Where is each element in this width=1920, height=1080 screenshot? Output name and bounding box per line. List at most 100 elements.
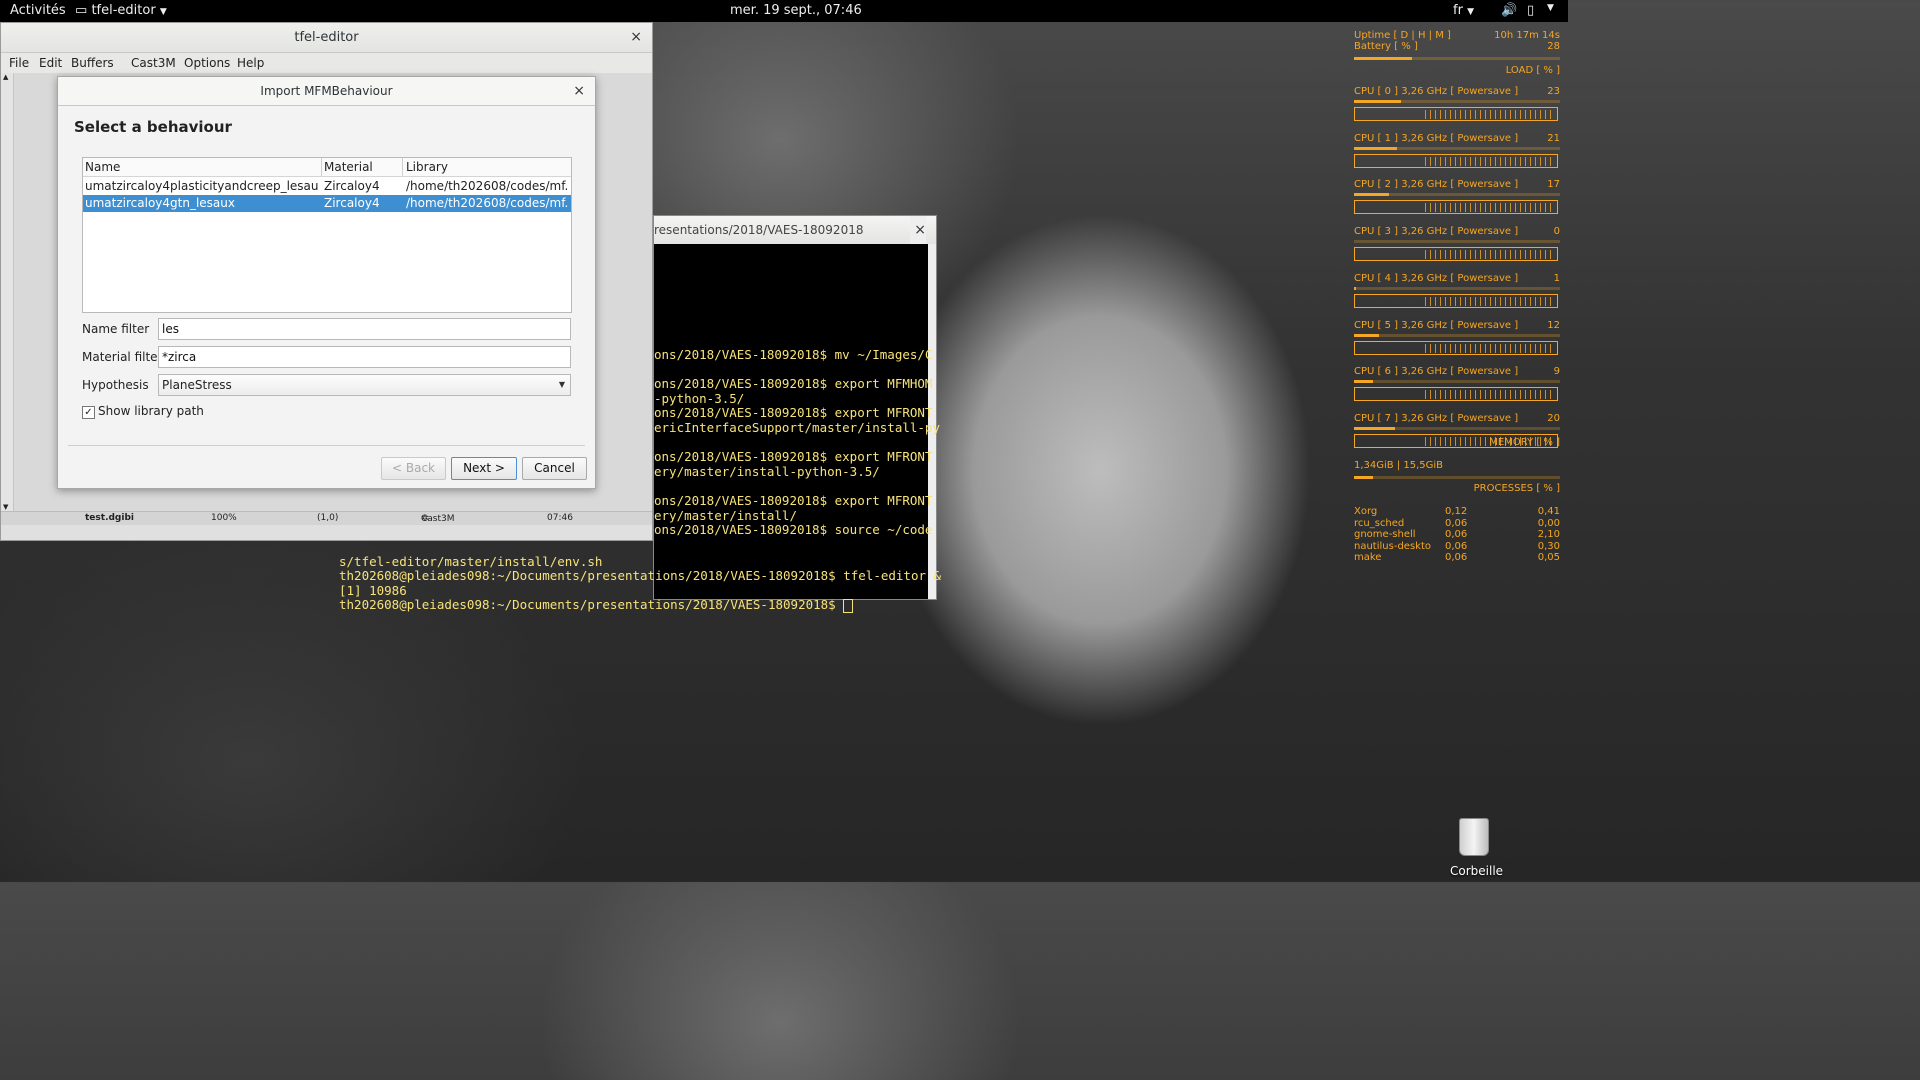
cpu-load-bar-fill <box>1354 100 1402 103</box>
cpu-row: CPU [ 3 ] 3,26 GHz [ Powersave ] 0 <box>1354 226 1560 237</box>
close-icon[interactable]: × <box>630 23 642 52</box>
process-name: nautilus-deskto <box>1354 540 1431 552</box>
menu-cast3m[interactable]: Cast3M <box>131 56 176 70</box>
process-cpu: 0,06 <box>1445 540 1468 552</box>
back-button[interactable]: < Back <box>381 457 446 480</box>
cpu-load-bar-fill <box>1354 426 1396 430</box>
terminal-line: ons/2018/VAES-18092018$ source ~/code <box>654 522 933 538</box>
cpu-label: CPU [ 2 ] 3,26 GHz [ Powersave ] <box>1354 179 1519 191</box>
process-row: nautilus-deskto 0,06 0,30 <box>1354 541 1560 552</box>
cpu-label: CPU [ 5 ] 3,26 GHz [ Powersave ] <box>1354 319 1519 331</box>
memory-bar-fill <box>1354 476 1373 479</box>
terminal-line: th202608@pleiades098:~/Documents/present… <box>339 568 942 584</box>
process-name: make <box>1354 552 1382 563</box>
cpu-value: 1 <box>1553 272 1560 284</box>
uptime-value: 10h 17m 14s <box>1494 30 1560 41</box>
table-row[interactable]: umatzircaloy4plasticityandcreep_lesaux Z… <box>83 178 571 195</box>
process-mem: 0,41 <box>1537 506 1560 517</box>
cpu-load-bar <box>1354 193 1560 197</box>
memory-label: MEMORY [ % ] <box>1489 437 1560 448</box>
column-header-material[interactable]: Material <box>324 160 373 174</box>
menu-edit[interactable]: Edit <box>39 56 62 70</box>
table-row-selected[interactable]: umatzircaloy4gtn_lesaux Zircaloy4 /home/… <box>83 195 571 212</box>
close-icon[interactable]: × <box>573 77 585 105</box>
scroll-up-icon[interactable]: ▲ <box>3 73 8 81</box>
app-menu[interactable]: ▭ tfel-editor ▼ <box>75 3 167 18</box>
dialog-titlebar[interactable]: Import MFMBehaviour × <box>58 77 595 106</box>
cpu-load-bar <box>1354 240 1560 244</box>
cpu-graph-spikes <box>1425 203 1555 213</box>
process-cpu: 0,06 <box>1445 529 1468 540</box>
cpu-load-bar-fill <box>1354 193 1390 197</box>
terminal-line: ery/master/install-python-3.5/ <box>654 463 880 479</box>
system-menu-chevron-icon[interactable]: ▼ <box>1547 3 1554 13</box>
cpu-label: CPU [ 7 ] 3,26 GHz [ Powersave ] <box>1354 412 1519 424</box>
close-icon[interactable]: × <box>910 216 926 244</box>
cell-name: umatzircaloy4plasticityandcreep_lesaux <box>85 179 319 193</box>
cancel-button[interactable]: Cancel <box>522 457 587 480</box>
process-row: gnome-shell 0,06 2,10 <box>1354 529 1560 540</box>
cpu-history-graph <box>1354 107 1558 121</box>
column-header-library[interactable]: Library <box>406 160 448 174</box>
terminal-line: ons/2018/VAES-18092018$ export MFRONT <box>654 449 933 465</box>
import-dialog: Import MFMBehaviour × Select a behaviour… <box>57 76 596 489</box>
cpu-value: 0 <box>1553 226 1560 238</box>
cpu-label: CPU [ 6 ] 3,26 GHz [ Powersave ] <box>1354 366 1519 378</box>
clock[interactable]: mer. 19 sept., 07:46 <box>730 3 862 18</box>
cpu-load-bar <box>1354 380 1560 384</box>
app-menu-label: tfel-editor <box>91 3 156 18</box>
battery-bar <box>1354 57 1560 60</box>
terminal-line: ericInterfaceSupport/master/install-py <box>654 419 940 435</box>
vertical-scrollbar[interactable]: ▲ ▼ <box>1 73 14 511</box>
cpu-graph-spikes <box>1425 343 1555 353</box>
volume-icon[interactable]: 🔊 <box>1501 3 1517 18</box>
table-header: Name Material Library <box>83 158 571 177</box>
process-mem: 2,10 <box>1537 529 1560 540</box>
checkmark-icon: ✓ <box>84 407 93 418</box>
battery-label: Battery [ % ] <box>1354 41 1418 52</box>
language-label: fr <box>1453 3 1463 18</box>
show-library-checkbox[interactable]: ✓ <box>82 406 95 419</box>
cell-material: Zircaloy4 <box>324 196 380 210</box>
terminal-line: s/tfel-editor/master/install/env.sh <box>339 553 603 569</box>
trash-desktop-icon[interactable]: Corbeille <box>1450 818 1503 878</box>
cpu-history-graph <box>1354 293 1558 308</box>
menu-options[interactable]: Options <box>184 56 230 70</box>
behaviour-table: Name Material Library umatzircaloy4plast… <box>82 157 572 313</box>
menu-buffers[interactable]: Buffers <box>71 56 114 70</box>
column-header-name[interactable]: Name <box>85 160 120 174</box>
process-mem: 0,00 <box>1537 517 1560 529</box>
menu-file[interactable]: File <box>9 56 29 70</box>
top-bar: Activités ▭ tfel-editor ▼ mer. 19 sept.,… <box>0 0 1568 22</box>
cpu-load-bar-fill <box>1354 380 1373 384</box>
terminal-line: th202608@pleiades098:~/Documents/present… <box>339 597 844 613</box>
cpu-load-bar <box>1354 426 1560 430</box>
activities-button[interactable]: Activités <box>10 3 66 18</box>
material-filter-input[interactable] <box>158 346 571 368</box>
terminal-line: ery/master/install/ <box>654 507 797 523</box>
next-button[interactable]: Next > <box>451 457 517 480</box>
memory-value: 1,34GiB | 15,5GiB <box>1354 460 1444 471</box>
cpu-graph-spikes <box>1425 296 1555 306</box>
column-divider[interactable] <box>402 158 403 176</box>
cpu-row: CPU [ 1 ] 3,26 GHz [ Powersave ] 21 <box>1354 133 1560 144</box>
terminal-titlebar[interactable]: resentations/2018/VAES-18092018 × <box>654 216 936 244</box>
minibuffer[interactable] <box>1 525 652 540</box>
cpu-history-graph <box>1354 387 1558 402</box>
cpu-label: CPU [ 3 ] 3,26 GHz [ Powersave ] <box>1354 226 1519 238</box>
name-filter-input[interactable] <box>158 318 571 340</box>
window-titlebar[interactable]: tfel-editor × <box>1 23 652 53</box>
terminal-title: resentations/2018/VAES-18092018 <box>654 223 864 237</box>
window-title: tfel-editor <box>294 30 359 45</box>
name-filter-label: Name filter <box>82 322 150 336</box>
language-selector[interactable]: fr ▼ <box>1453 3 1474 18</box>
status-time: 07:46 <box>547 513 573 523</box>
scroll-down-icon[interactable]: ▼ <box>3 503 8 511</box>
cpu-graph-spikes <box>1425 156 1555 166</box>
menu-help[interactable]: Help <box>237 56 264 70</box>
column-divider[interactable] <box>321 158 322 176</box>
battery-icon[interactable]: ▯ <box>1527 3 1534 18</box>
hypothesis-select[interactable]: PlaneStress ▼ <box>158 374 571 396</box>
show-library-label[interactable]: Show library path <box>98 404 204 418</box>
